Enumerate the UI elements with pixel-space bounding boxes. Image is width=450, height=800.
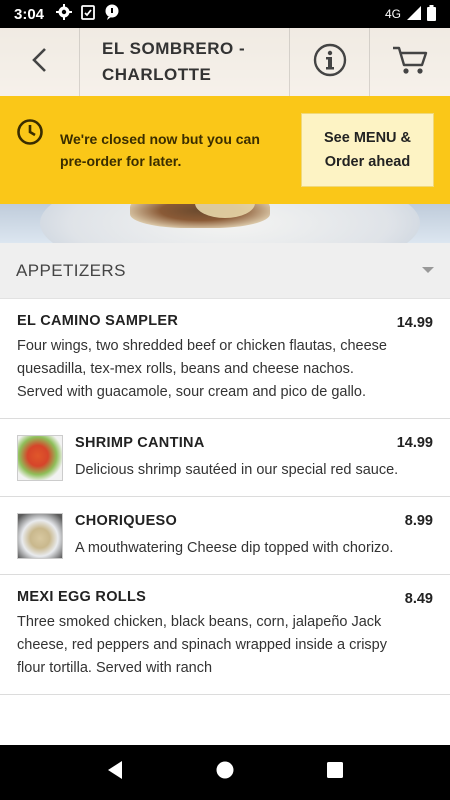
signal-icon	[407, 5, 421, 23]
restaurant-title: EL SOMBRERO - CHARLOTTE	[102, 39, 246, 84]
closed-message: We're closed now but you can pre-order f…	[60, 131, 260, 169]
item-name: SHRIMP CANTINA	[75, 435, 205, 451]
system-nav-bar	[0, 745, 450, 800]
status-bar: 3:04 4G	[0, 0, 450, 28]
item-price: 8.49	[404, 591, 433, 607]
item-price: 8.99	[404, 513, 433, 529]
item-price: 14.99	[396, 315, 433, 331]
item-description: Three smoked chicken, black beans, corn,…	[17, 614, 387, 676]
closed-banner: We're closed now but you can pre-order f…	[0, 96, 450, 204]
dropdown-arrow-icon	[422, 267, 434, 273]
item-name: CHORIQUESO	[75, 513, 178, 529]
menu-item[interactable]: CHORIQUESO 8.99 A mouthwatering Cheese d…	[0, 497, 450, 575]
gear-icon	[56, 3, 73, 25]
clock-icon	[16, 118, 46, 148]
cart-icon	[392, 45, 428, 80]
menu-item[interactable]: MEXI EGG ROLLS 8.49 Three smoked chicken…	[0, 575, 450, 695]
restaurant-title-cell: EL SOMBRERO - CHARLOTTE	[80, 28, 290, 96]
chat-icon	[104, 4, 120, 25]
home-circle-icon[interactable]	[215, 760, 235, 785]
battery-icon	[427, 4, 436, 24]
app-bar: EL SOMBRERO - CHARLOTTE	[0, 28, 450, 96]
see-menu-order-ahead-button[interactable]: See MENU & Order ahead	[301, 113, 434, 187]
info-icon	[313, 43, 347, 82]
network-type: 4G	[384, 7, 401, 21]
item-name: EL CAMINO SAMPLER	[17, 313, 179, 329]
item-description: Delicious shrimp sautéed in our special …	[75, 462, 399, 478]
cart-button[interactable]	[370, 28, 450, 96]
recents-square-icon[interactable]	[326, 761, 344, 784]
menu-list: EL CAMINO SAMPLER 14.99 Four wings, two …	[0, 299, 450, 745]
item-description: A mouthwatering Cheese dip topped with c…	[75, 540, 394, 556]
item-thumbnail	[17, 513, 63, 559]
back-button[interactable]	[0, 28, 80, 96]
info-button[interactable]	[290, 28, 370, 96]
status-time: 3:04	[14, 5, 45, 23]
chevron-left-icon	[30, 47, 50, 78]
item-thumbnail	[17, 435, 63, 481]
menu-item[interactable]: SHRIMP CANTINA 14.99 Delicious shrimp sa…	[0, 419, 450, 497]
item-description: Four wings, two shredded beef or chicken…	[17, 338, 387, 400]
item-price: 14.99	[396, 435, 433, 451]
back-triangle-icon[interactable]	[106, 760, 124, 785]
menu-item[interactable]: EL CAMINO SAMPLER 14.99 Four wings, two …	[0, 299, 450, 419]
item-name: MEXI EGG ROLLS	[17, 589, 147, 605]
category-label: APPETIZERS	[16, 260, 126, 280]
category-header-appetizers[interactable]: APPETIZERS	[0, 243, 450, 299]
clipboard-check-icon	[81, 4, 95, 25]
